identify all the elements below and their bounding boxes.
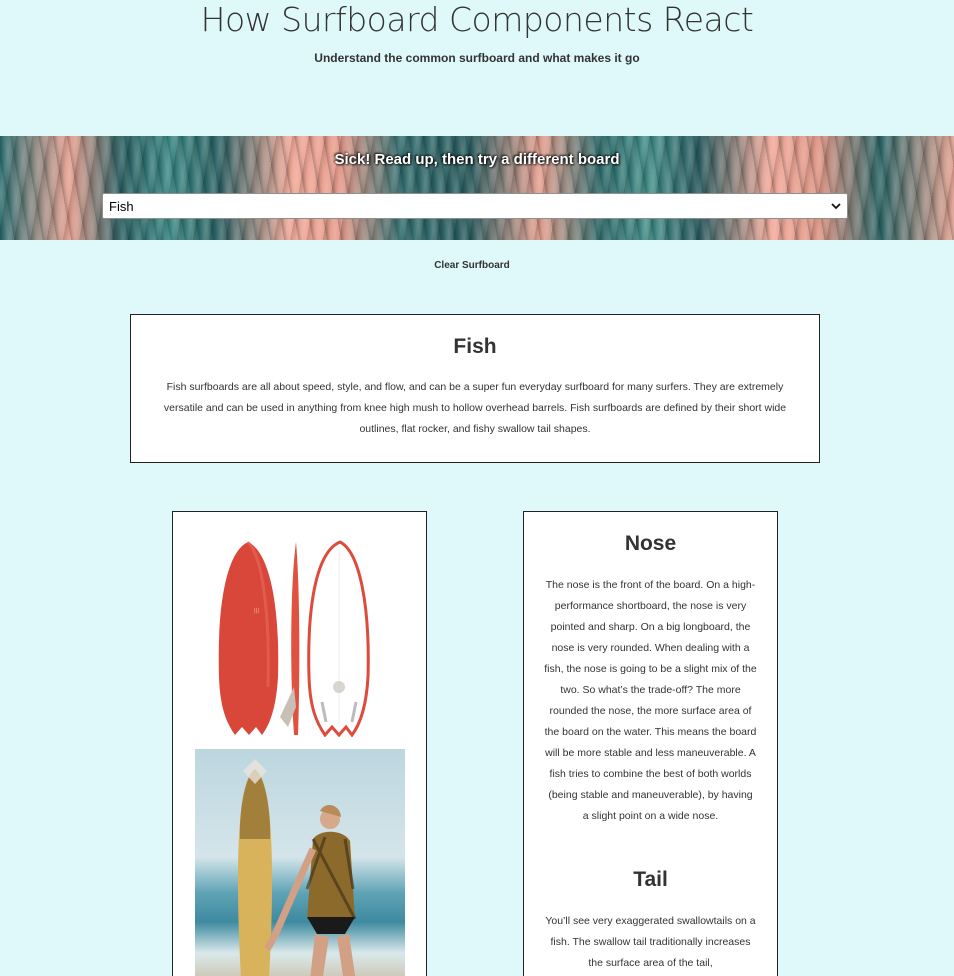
board-images-card: ||| [172,511,427,976]
surfer-with-board-photo [195,749,405,976]
page-title: How Surfboard Components React [200,0,754,39]
page: How Surfboard Components React Understan… [0,0,954,976]
part-desc-nose: The nose is the front of the board. On a… [544,579,757,822]
part-title-nose: Nose [624,532,677,555]
chevron-down-icon [829,196,843,219]
svg-text:|||: ||| [254,608,259,614]
page-subtitle: Understand the common surfboard and what… [314,51,640,65]
part-desc-tail: You’ll see very exaggerated swallowtails… [545,915,756,969]
banner-heading: Sick! Read up, then try a different boar… [334,151,620,168]
board-type-select[interactable]: Fish [102,193,848,219]
board-parts-card: Nose The nose is the front of the board.… [523,511,778,976]
board-selector-banner: Sick! Read up, then try a different boar… [0,136,954,240]
part-title-tail: Tail [633,868,668,891]
board-type-select-value: Fish [109,199,134,214]
board-description: Fish surfboards are all about speed, sty… [163,381,787,435]
board-name: Fish [453,335,497,358]
fish-surfboard-image: ||| [218,540,370,737]
clear-surfboard-button[interactable]: Clear Surfboard [0,260,944,271]
board-info-card: Fish Fish surfboards are all about speed… [130,314,820,463]
